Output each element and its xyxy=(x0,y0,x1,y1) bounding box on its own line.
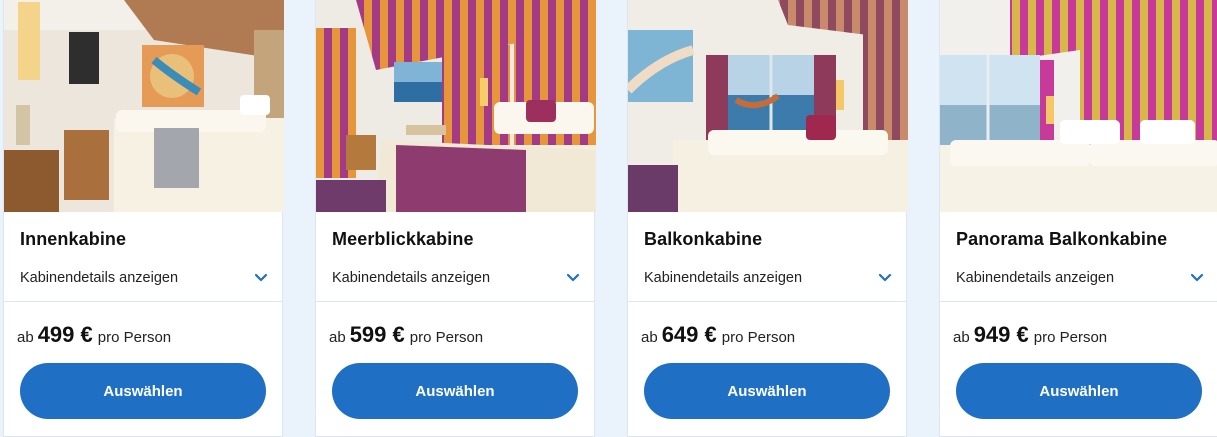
cabin-card-innenkabine: Innenkabine Kabinendetails anzeigen ab 4… xyxy=(3,0,284,437)
card-divider xyxy=(316,301,594,302)
cabin-title: Innenkabine xyxy=(20,229,127,249)
cabin-details-toggle[interactable]: Kabinendetails anzeigen xyxy=(20,268,268,288)
price-prefix: ab xyxy=(329,329,346,346)
chevron-down-icon[interactable] xyxy=(1190,273,1204,283)
cabin-photo xyxy=(940,0,1217,212)
select-cabin-button[interactable]: Auswählen xyxy=(644,363,890,419)
price-suffix: pro Person xyxy=(97,329,172,346)
chevron-down-icon[interactable] xyxy=(878,273,892,283)
card-divider xyxy=(940,301,1217,302)
cabin-details-label: Kabinendetails anzeigen xyxy=(332,270,491,286)
cabin-card-meerblickkabine: Meerblickkabine Kabinendetails anzeigen … xyxy=(315,0,596,437)
cabin-photo xyxy=(628,0,908,212)
select-cabin-button[interactable]: Auswählen xyxy=(332,363,578,419)
chevron-down-icon[interactable] xyxy=(566,273,580,283)
cabin-details-toggle[interactable]: Kabinendetails anzeigen xyxy=(332,268,580,288)
price-prefix: ab xyxy=(17,329,34,346)
cabin-details-toggle[interactable]: Kabinendetails anzeigen xyxy=(644,268,892,288)
price-prefix: ab xyxy=(641,329,658,346)
cabin-photo xyxy=(316,0,596,212)
cabin-cards: Innenkabine Kabinendetails anzeigen ab 4… xyxy=(0,0,1217,437)
price-amount: 949 € xyxy=(973,322,1029,347)
cabin-photo xyxy=(4,0,284,212)
cabin-title: Balkonkabine xyxy=(644,229,763,249)
cabin-card-panorama-balkonkabine: Panorama Balkonkabine Kabinendetails anz… xyxy=(939,0,1217,437)
price-amount: 649 € xyxy=(661,322,717,347)
select-cabin-button[interactable]: Auswählen xyxy=(20,363,266,419)
price-line: ab 599 € pro Person xyxy=(329,322,483,348)
price-suffix: pro Person xyxy=(721,329,796,346)
select-cabin-button[interactable]: Auswählen xyxy=(956,363,1202,419)
cabin-title: Panorama Balkonkabine xyxy=(956,229,1168,249)
price-suffix: pro Person xyxy=(409,329,484,346)
card-divider xyxy=(628,301,906,302)
cabin-details-label: Kabinendetails anzeigen xyxy=(956,270,1115,286)
chevron-down-icon[interactable] xyxy=(254,273,268,283)
cabin-title: Meerblickkabine xyxy=(332,229,474,249)
price-line: ab 499 € pro Person xyxy=(17,322,171,348)
cabin-details-label: Kabinendetails anzeigen xyxy=(20,270,179,286)
price-amount: 599 € xyxy=(349,322,405,347)
price-line: ab 649 € pro Person xyxy=(641,322,795,348)
price-amount: 499 € xyxy=(37,322,93,347)
cabin-card-balkonkabine: Balkonkabine Kabinendetails anzeigen ab … xyxy=(627,0,908,437)
price-prefix: ab xyxy=(953,329,970,346)
price-line: ab 949 € pro Person xyxy=(953,322,1107,348)
cabin-details-label: Kabinendetails anzeigen xyxy=(644,270,803,286)
price-suffix: pro Person xyxy=(1033,329,1108,346)
card-divider xyxy=(4,301,282,302)
cabin-details-toggle[interactable]: Kabinendetails anzeigen xyxy=(956,268,1204,288)
